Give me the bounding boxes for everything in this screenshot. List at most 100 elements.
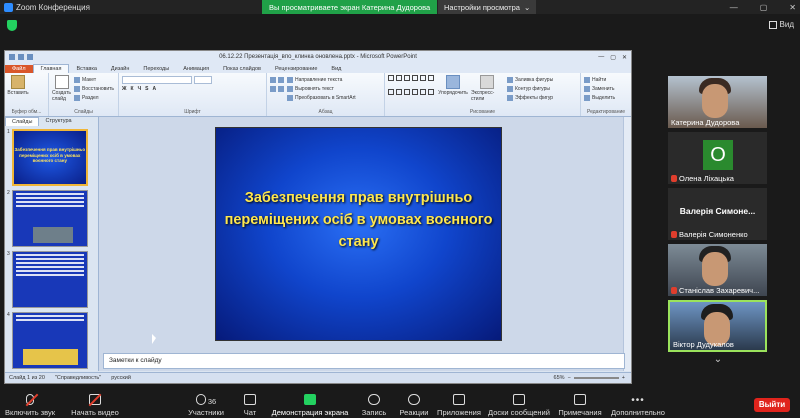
bold-icon[interactable]: Ж <box>122 86 127 92</box>
close-icon[interactable]: ✕ <box>789 3 796 12</box>
font-color-icon[interactable]: A <box>152 86 156 92</box>
align-center-icon[interactable] <box>278 85 284 92</box>
thumbnail-row[interactable]: 2 <box>7 190 96 247</box>
tab-transitions[interactable]: Переходы <box>136 65 176 73</box>
text-direction-button[interactable]: Направление текста <box>287 75 356 84</box>
slides-group: Создать слайд Макет Восстановить Раздел … <box>49 73 119 116</box>
apps-button[interactable]: Приложения <box>434 390 484 418</box>
zoom-out-icon[interactable]: − <box>568 375 571 381</box>
thumbnail-row[interactable]: 3 <box>7 251 96 308</box>
font-name-input[interactable] <box>122 75 192 84</box>
tab-slideshow[interactable]: Показ слайдов <box>216 65 268 73</box>
microphone-icon <box>25 393 39 407</box>
participant-tile[interactable]: Станіслав Захаревич... <box>668 244 767 296</box>
ppt-titlebar: 06.12.22 Презентація_впо_клинка оновлена… <box>5 51 631 63</box>
security-shield-icon[interactable] <box>7 20 17 31</box>
slide-title: Забезпечення прав внутрішньо переміщених… <box>224 190 493 250</box>
slide-thumbnail[interactable] <box>11 251 88 308</box>
participant-name: Катерина Дудорова <box>671 118 740 127</box>
muted-mic-icon <box>671 231 677 238</box>
convert-smartart-button[interactable]: Преобразовать в SmartArt <box>287 93 356 102</box>
underline-icon[interactable]: Ч <box>138 86 142 92</box>
maximize-icon[interactable]: ▢ <box>760 3 768 12</box>
current-slide[interactable]: Забезпечення прав внутрішньо переміщених… <box>215 127 502 341</box>
shape-fill-button[interactable]: Заливка фигуры <box>507 75 553 84</box>
chevron-down-icon[interactable]: ⌄ <box>668 354 768 365</box>
new-slide-button[interactable]: Создать слайд <box>52 75 72 102</box>
replace-button[interactable]: Заменить <box>584 84 628 93</box>
tab-outline[interactable]: Структура <box>39 117 77 126</box>
numbering-icon[interactable] <box>278 76 284 83</box>
layout-button[interactable]: Макет <box>74 75 114 84</box>
share-screen-button[interactable]: Демонстрация экрана <box>266 390 354 418</box>
slide-thumbnail[interactable] <box>11 312 88 369</box>
unmute-button[interactable]: Включить звук <box>0 390 60 418</box>
participant-panel: Катерина Дудорова О Олена Ліхацька Валер… <box>668 76 768 365</box>
reactions-button[interactable]: Реакции <box>394 390 434 418</box>
slide-thumbnail[interactable]: Забезпечення прав внутрішньо переміщених… <box>11 129 88 186</box>
text-line <box>15 254 84 256</box>
thumbnail-row[interactable]: 1 Забезпечення прав внутрішньо переміщен… <box>7 129 96 186</box>
text-line <box>15 319 84 321</box>
start-video-button[interactable]: Начать видео <box>60 390 130 418</box>
editing-group: Найти Заменить Выделить Редактирование <box>581 73 631 116</box>
tab-home[interactable]: Главная <box>32 64 70 73</box>
shape-icon <box>412 89 418 95</box>
reset-button[interactable]: Восстановить <box>74 84 114 93</box>
zoom-in-icon[interactable]: + <box>622 375 625 381</box>
align-text-button[interactable]: Выровнять текст <box>287 84 356 93</box>
zoom-logo-icon <box>4 2 13 12</box>
arrange-button[interactable]: Упорядочить <box>438 75 468 102</box>
tab-insert[interactable]: Вставка <box>69 65 103 73</box>
tab-animations[interactable]: Анимация <box>176 65 216 73</box>
whiteboards-button[interactable]: Доски сообщений <box>484 390 554 418</box>
maximize-icon[interactable]: ▢ <box>610 54 616 61</box>
participant-tile-active[interactable]: Віктор Дудукалов <box>668 300 767 352</box>
language[interactable]: русский <box>111 375 131 381</box>
participant-tile[interactable]: Валерія Симоне... Валерія Симоненко <box>668 188 767 240</box>
shapes-gallery[interactable] <box>388 75 435 102</box>
thumbnail-row[interactable]: 4 <box>7 312 96 369</box>
slide-notes[interactable]: Заметки к слайду <box>103 353 625 369</box>
mouse-cursor-icon <box>152 334 156 344</box>
record-button[interactable]: Запись <box>354 390 394 418</box>
align-left-icon[interactable] <box>270 85 276 92</box>
participant-tile[interactable]: О Олена Ліхацька <box>668 132 767 184</box>
tab-design[interactable]: Дизайн <box>104 65 137 73</box>
participants-button[interactable]: 36 Участники <box>178 390 234 418</box>
vertical-scrollbar[interactable] <box>623 117 631 371</box>
shape-outline-button[interactable]: Контур фигуры <box>507 84 553 93</box>
participant-tile[interactable]: Катерина Дудорова <box>668 76 767 128</box>
chat-button[interactable]: Чат <box>234 390 266 418</box>
paste-icon <box>11 75 25 89</box>
strikethrough-icon[interactable]: S <box>145 86 148 92</box>
tab-view[interactable]: Вид <box>324 65 348 73</box>
view-button[interactable]: Вид <box>768 20 794 29</box>
bullets-icon[interactable] <box>270 76 276 83</box>
minimize-icon[interactable]: — <box>730 3 738 12</box>
more-button[interactable]: ••• Дополнительно <box>606 390 670 418</box>
text-line <box>15 262 84 264</box>
zoom-top-area <box>0 14 800 44</box>
select-button[interactable]: Выделить <box>584 93 628 102</box>
close-icon[interactable]: ✕ <box>622 54 627 61</box>
quick-styles-button[interactable]: Экспресс-стили <box>471 75 503 102</box>
font-size-input[interactable] <box>194 75 212 84</box>
zoom-slider[interactable] <box>573 377 619 379</box>
tab-slides[interactable]: Слайды <box>5 117 40 126</box>
notes-button[interactable]: Примечания <box>554 390 606 418</box>
paste-button[interactable]: Вставить <box>7 75 29 96</box>
italic-icon[interactable]: К <box>131 86 134 92</box>
minimize-icon[interactable]: — <box>598 54 604 61</box>
leave-button[interactable]: Выйти <box>754 398 790 412</box>
more-dots-icon: ••• <box>631 395 645 406</box>
view-options-button[interactable]: Настройки просмотра ⌄ <box>438 0 537 14</box>
find-button[interactable]: Найти <box>584 75 628 84</box>
whiteboard-icon <box>513 394 525 405</box>
tab-file[interactable]: Файл <box>5 65 33 73</box>
tab-review[interactable]: Рецензирование <box>268 65 324 73</box>
slide-thumbnail[interactable] <box>11 190 88 247</box>
shape-effects-button[interactable]: Эффекты фигур <box>507 93 553 102</box>
section-button[interactable]: Раздел <box>74 93 114 102</box>
participant-name: Віктор Дудукалов <box>673 340 734 349</box>
